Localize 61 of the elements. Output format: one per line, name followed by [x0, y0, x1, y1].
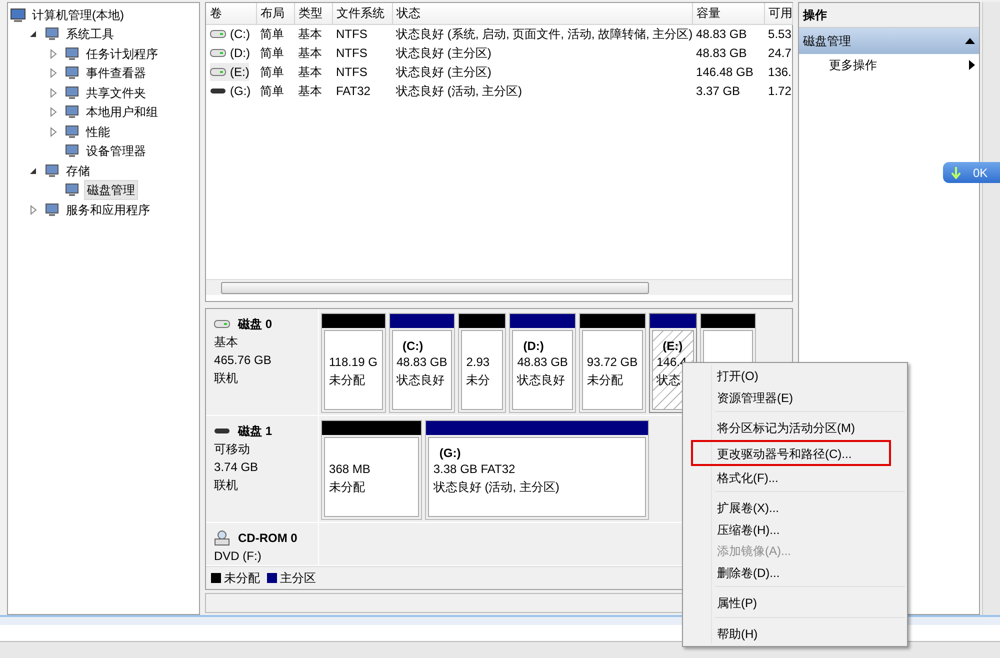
- disk-info: 可移动: [214, 441, 252, 458]
- table-cell: 3.37 GB: [696, 84, 740, 98]
- partition-size: 48.83 GB: [396, 354, 448, 371]
- disk-name: 磁盘 0: [238, 316, 272, 333]
- partition-status: 未分配: [329, 479, 366, 496]
- partition-size: 3.38 GB FAT32: [433, 461, 516, 478]
- disk-name: CD-ROM 0: [238, 530, 298, 547]
- disk-info: 联机: [214, 477, 240, 494]
- table-cell: 简单: [260, 84, 284, 98]
- partition-status: 状态良好: [517, 372, 566, 389]
- partition-size: 93.72 GB: [586, 354, 638, 371]
- table-cell: NTFS: [336, 46, 368, 60]
- table-cell: 简单: [260, 64, 284, 78]
- table-cell-text: (G:): [230, 82, 251, 100]
- partition-size: 118.19 G: [329, 354, 378, 371]
- disk-info: DVD (F:): [214, 548, 262, 565]
- pane-title: 操作: [799, 3, 980, 28]
- partition-status: 未分: [466, 372, 492, 389]
- partition-status: 状态: [656, 372, 682, 389]
- disk-name: 磁盘 1: [238, 423, 272, 440]
- partition-label: (G:): [438, 445, 462, 460]
- table-cell: 状态良好 (系统, 启动, 页面文件, 活动, 故障转储, 主分区): [396, 26, 692, 41]
- legend-label: 未分配: [224, 570, 260, 587]
- table-cell: 基本: [298, 26, 322, 41]
- disk-info: 3.74 GB: [214, 459, 260, 476]
- disk-info: 联机: [214, 370, 240, 387]
- partition-label: (E:): [662, 338, 684, 353]
- partition-size: 368 MB: [329, 461, 370, 478]
- partition-label: (C:): [402, 338, 424, 353]
- table-cell: FAT32: [336, 84, 370, 98]
- table-cell-text: (D:): [230, 44, 250, 62]
- table-cell: NTFS: [336, 26, 368, 41]
- table-cell: 5.53: [768, 26, 792, 41]
- table-cell-text: (E:): [230, 64, 250, 80]
- partition-status: 状态良好 (活动, 主分区): [433, 479, 560, 496]
- partition-label: (D:): [522, 338, 545, 353]
- legend-label: 主分区: [280, 570, 316, 587]
- table-cell: 状态良好 (主分区): [396, 46, 492, 60]
- table-cell: 146.48 GB: [696, 64, 754, 78]
- section-title: 磁盘管理: [803, 33, 852, 50]
- table-cell: 简单: [260, 46, 284, 60]
- partition-status: 未分配: [329, 372, 366, 389]
- table-cell: 基本: [298, 84, 322, 98]
- partition-status: 未分配: [586, 372, 624, 389]
- table-cell: 136.: [768, 64, 792, 78]
- table-cell: 1.72: [768, 84, 792, 98]
- table-cell: 基本: [298, 46, 322, 60]
- table-cell: 基本: [298, 64, 322, 78]
- partition-status: 状态良好: [396, 372, 446, 389]
- disk-info: 465.76 GB: [214, 352, 272, 369]
- table-cell: 简单: [260, 26, 284, 41]
- table-cell: 24.7: [768, 46, 792, 60]
- table-cell-text: (C:): [230, 26, 250, 43]
- table-cell: 48.83 GB: [696, 46, 747, 60]
- partition-size: 2.93: [466, 354, 491, 371]
- table-cell: 48.83 GB: [696, 26, 747, 41]
- partition-size: 48.83 GB: [517, 354, 568, 371]
- disk-info: 基本: [214, 334, 240, 351]
- table-cell: 状态良好 (主分区): [396, 64, 492, 78]
- table-cell: NTFS: [336, 64, 368, 78]
- table-cell: 状态良好 (活动, 主分区): [396, 84, 522, 98]
